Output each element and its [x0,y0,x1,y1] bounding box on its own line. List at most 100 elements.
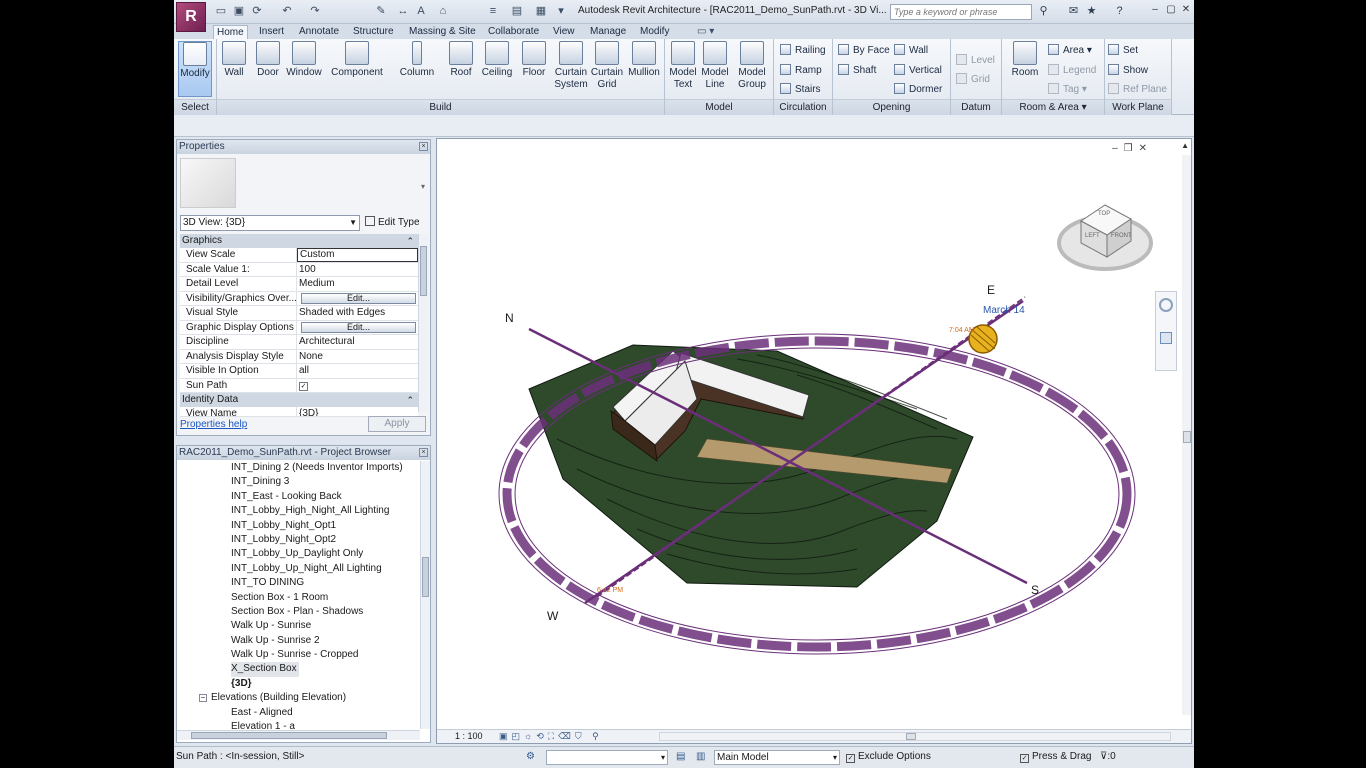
panel-opening[interactable]: Opening [833,99,950,115]
close-button[interactable]: ✕ [1179,3,1193,17]
scroll-thumb[interactable] [1183,431,1191,443]
prop-row[interactable]: Scale Value 1: 100 [180,262,418,277]
prop-row[interactable]: View Scale Custom [180,248,418,263]
design-options-icon[interactable]: ▤ [676,747,685,767]
panel-room-area[interactable]: Room & Area ▾ [1002,99,1104,115]
help-icon[interactable]: ? [1112,4,1127,19]
prop-value[interactable]: None [297,350,418,364]
sync-icon[interactable]: ⟳ [250,4,264,18]
tag-button[interactable]: Tag ▾ [1048,83,1087,96]
view-control-icons[interactable]: ▣◰☼⟲⛶⌫⛉ ⚲ [499,730,603,743]
collapse-icon[interactable]: − [199,694,207,703]
close-icon[interactable]: × [419,448,428,457]
wall-opening-button[interactable]: Wall [894,44,928,57]
browser-view-item[interactable]: Walk Up - Sunrise - Cropped [177,648,420,662]
close-hidden-icon[interactable]: ▤ [510,4,524,18]
search-input[interactable]: Type a keyword or phrase [890,4,1032,20]
mullion-button[interactable]: Mullion [626,41,662,79]
design-option-dropdown[interactable]: Main Model ▾ [714,750,840,765]
panel-build[interactable]: Build [217,99,664,115]
railing-button[interactable]: Railing [780,44,826,57]
3d-view-icon[interactable]: ⌂ [436,4,450,18]
tab-view[interactable]: View [550,25,578,39]
undo-icon[interactable]: ↶ [280,4,294,18]
browser-view-item[interactable]: INT_Lobby_Up_Daylight Only [177,547,420,561]
prop-row[interactable]: Graphic Display Options Edit... [180,320,418,335]
maximize-button[interactable]: ▢ [1164,3,1178,17]
panel-model[interactable]: Model [665,99,773,115]
prop-value[interactable]: Edit... [297,321,418,335]
minimize-button[interactable]: – [1148,3,1162,17]
floor-button[interactable]: Floor [520,41,548,79]
browser-hscrollbar[interactable] [177,730,420,740]
by-face-button[interactable]: By Face [838,44,890,57]
text-icon[interactable]: A [414,4,428,18]
browser-view-item[interactable]: Section Box - Plan - Shadows [177,605,420,619]
prop-row[interactable]: Analysis Display Style None [180,349,418,364]
grid-button[interactable]: Grid [956,73,990,86]
group-identity-data[interactable]: Identity Data ⌃ [180,393,418,407]
browser-view-item[interactable]: Walk Up - Sunrise [177,619,420,633]
shaft-button[interactable]: Shaft [838,64,876,77]
preview-dropdown-icon[interactable]: ▾ [421,182,425,191]
prop-row[interactable]: Visible In Option all [180,364,418,379]
tab-manage[interactable]: Manage [587,25,629,39]
browser-view-item[interactable]: Section Box - 1 Room [177,591,420,605]
prop-value[interactable]: Edit... [297,292,418,306]
browser-view-item[interactable]: INT_Dining 2 (Needs Inventor Imports) [177,461,420,475]
door-button[interactable]: Door [254,41,282,79]
measure-icon[interactable]: ✎ [374,4,388,18]
3d-view-canvas[interactable]: –❐✕ ▲ N E S W March 14 7:04 AM 6:42 PM T… [436,138,1192,744]
browser-view-item[interactable]: INT_Dining 3 [177,475,420,489]
switch-windows-icon[interactable]: ▦ [534,4,548,18]
level-button[interactable]: Level [956,54,995,67]
tab-annotate[interactable]: Annotate [296,25,342,39]
thin-lines-icon[interactable]: ≡ [486,4,500,18]
model-text-button[interactable]: Model Text [666,41,700,91]
active-option-icon[interactable]: ▥ [696,747,705,767]
prop-value[interactable]: 100 [297,263,418,277]
scroll-thumb[interactable] [420,246,427,296]
properties-scrollbar[interactable] [418,234,428,412]
browser-vscrollbar[interactable] [420,461,430,729]
prop-value[interactable]: Architectural [297,335,418,349]
tab-modify[interactable]: Modify [637,25,672,39]
tab-collaborate[interactable]: Collaborate [485,25,542,39]
application-menu-button[interactable]: R [176,2,206,32]
browser-view-item[interactable]: East - Aligned [177,706,420,720]
qat-dropdown-icon[interactable]: ▾ [554,4,568,18]
apply-button[interactable]: Apply [368,416,426,432]
press-drag-toggle[interactable]: ✓ Press & Drag [1020,747,1091,767]
panel-work-plane[interactable]: Work Plane [1105,99,1171,115]
modify-button[interactable]: Modify [178,41,212,97]
ref-plane-button[interactable]: Ref Plane [1108,83,1167,96]
model-group-button[interactable]: Model Group [734,41,770,91]
browser-view-item[interactable]: {3D} [177,677,420,691]
subscription-icon[interactable]: ✉ [1066,4,1081,19]
search-icon[interactable]: ⚲ [1036,4,1051,19]
scroll-thumb[interactable] [906,733,916,740]
tab-home[interactable]: Home [213,25,248,39]
component-button[interactable]: Component [330,41,384,79]
prop-row[interactable]: Detail Level Medium [180,277,418,292]
browser-view-item[interactable]: INT_TO DINING [177,576,420,590]
prop-value[interactable]: Shaded with Edges [297,306,418,320]
redo-icon[interactable]: ↷ [308,4,322,18]
tab-massing-site[interactable]: Massing & Site [406,25,479,39]
browser-view-item[interactable]: X_Section Box [177,662,420,677]
prop-value[interactable]: Custom [297,248,418,262]
sun-path-checkbox[interactable]: ✓ [299,381,308,391]
browser-view-item[interactable]: Walk Up - Sunrise 2 [177,634,420,648]
panel-datum[interactable]: Datum [951,99,1001,115]
checkbox[interactable]: ✓ [846,754,855,763]
column-button[interactable]: Column [398,41,436,79]
group-graphics[interactable]: Graphics ⌃ [180,234,418,248]
vertical-button[interactable]: Vertical [894,64,942,77]
roof-button[interactable]: Roof [448,41,474,79]
close-icon[interactable]: × [419,142,428,151]
panel-select[interactable]: Select [174,99,216,115]
exclude-options-toggle[interactable]: ✓ Exclude Options [846,747,931,767]
browser-view-item[interactable]: Elevation 1 - a [177,720,420,729]
scroll-thumb[interactable] [422,557,429,597]
dimension-icon[interactable]: ↔ [396,4,410,18]
